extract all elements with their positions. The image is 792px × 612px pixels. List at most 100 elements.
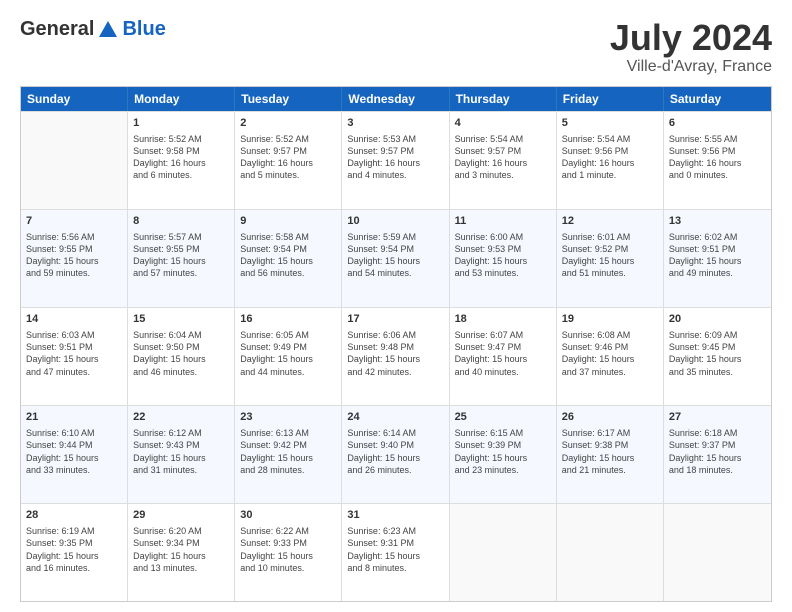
day-info: Sunrise: 6:06 AMSunset: 9:48 PMDaylight:… <box>347 329 443 378</box>
day-info: Sunrise: 5:52 AMSunset: 9:57 PMDaylight:… <box>240 133 336 182</box>
day-number: 13 <box>669 214 766 229</box>
location: Ville-d'Avray, France <box>610 58 772 76</box>
day-info: Sunrise: 6:05 AMSunset: 9:49 PMDaylight:… <box>240 329 336 378</box>
calendar-cell: 24 Sunrise: 6:14 AMSunset: 9:40 PMDayligh… <box>342 406 449 503</box>
logo-blue-text: Blue <box>122 18 165 41</box>
calendar-cell: 3 Sunrise: 5:53 AMSunset: 9:57 PMDaylight… <box>342 112 449 209</box>
day-number: 9 <box>240 214 336 229</box>
day-info: Sunrise: 6:01 AMSunset: 9:52 PMDaylight:… <box>562 231 658 280</box>
day-number: 30 <box>240 508 336 523</box>
day-number: 22 <box>133 410 229 425</box>
calendar-cell: 1 Sunrise: 5:52 AMSunset: 9:58 PMDaylight… <box>128 112 235 209</box>
day-number: 10 <box>347 214 443 229</box>
calendar-cell: 10 Sunrise: 5:59 AMSunset: 9:54 PMDayligh… <box>342 210 449 307</box>
calendar-cell: 29 Sunrise: 6:20 AMSunset: 9:34 PMDayligh… <box>128 504 235 601</box>
calendar-cell: 21Sunrise: 6:10 AMSunset: 9:44 PMDayligh… <box>21 406 128 503</box>
calendar-cell: 19Sunrise: 6:08 AMSunset: 9:46 PMDayligh… <box>557 308 664 405</box>
month-title: July 2024 <box>610 18 772 58</box>
day-info: Sunrise: 6:07 AMSunset: 9:47 PMDaylight:… <box>455 329 551 378</box>
day-number: 2 <box>240 116 336 131</box>
day-number: 19 <box>562 312 658 327</box>
day-info: Sunrise: 5:53 AMSunset: 9:57 PMDaylight:… <box>347 133 443 182</box>
calendar-cell: 4Sunrise: 5:54 AMSunset: 9:57 PMDaylight… <box>450 112 557 209</box>
day-number: 27 <box>669 410 766 425</box>
day-number: 29 <box>133 508 229 523</box>
calendar-cell: 22Sunrise: 6:12 AMSunset: 9:43 PMDayligh… <box>128 406 235 503</box>
calendar-cell: 16 Sunrise: 6:05 AMSunset: 9:49 PMDayligh… <box>235 308 342 405</box>
calendar-cell: 5 Sunrise: 5:54 AMSunset: 9:56 PMDaylight… <box>557 112 664 209</box>
day-number: 31 <box>347 508 443 523</box>
header: General Blue July 2024 Ville-d'Avray, Fr… <box>20 18 772 76</box>
day-number: 17 <box>347 312 443 327</box>
day-number: 16 <box>240 312 336 327</box>
day-info: Sunrise: 6:22 AMSunset: 9:33 PMDaylight:… <box>240 525 336 574</box>
day-info: Sunrise: 5:57 AMSunset: 9:55 PMDaylight:… <box>133 231 229 280</box>
day-number: 14 <box>26 312 122 327</box>
logo-icon <box>97 19 119 41</box>
day-number: 8 <box>133 214 229 229</box>
day-number: 26 <box>562 410 658 425</box>
calendar-cell: 28 Sunrise: 6:19 AMSunset: 9:35 PMDayligh… <box>21 504 128 601</box>
day-number: 4 <box>455 116 551 131</box>
day-number: 23 <box>240 410 336 425</box>
calendar-cell: 2 Sunrise: 5:52 AMSunset: 9:57 PMDaylight… <box>235 112 342 209</box>
day-number: 6 <box>669 116 766 131</box>
calendar-cell: 23Sunrise: 6:13 AMSunset: 9:42 PMDayligh… <box>235 406 342 503</box>
calendar-cell: 17 Sunrise: 6:06 AMSunset: 9:48 PMDayligh… <box>342 308 449 405</box>
day-info: Sunrise: 6:02 AMSunset: 9:51 PMDaylight:… <box>669 231 766 280</box>
day-number: 18 <box>455 312 551 327</box>
day-info: Sunrise: 6:19 AMSunset: 9:35 PMDaylight:… <box>26 525 122 574</box>
day-info: Sunrise: 6:20 AMSunset: 9:34 PMDaylight:… <box>133 525 229 574</box>
calendar-cell: 31 Sunrise: 6:23 AMSunset: 9:31 PMDayligh… <box>342 504 449 601</box>
day-number: 28 <box>26 508 122 523</box>
weekday-header: Sunday <box>21 87 128 111</box>
calendar-cell: 20Sunrise: 6:09 AMSunset: 9:45 PMDayligh… <box>664 308 771 405</box>
calendar-body: 1 Sunrise: 5:52 AMSunset: 9:58 PMDaylight… <box>21 111 771 601</box>
calendar-row: 1 Sunrise: 5:52 AMSunset: 9:58 PMDaylight… <box>21 111 771 209</box>
title-block: July 2024 Ville-d'Avray, France <box>610 18 772 76</box>
calendar-row: 7Sunrise: 5:56 AMSunset: 9:55 PMDaylight… <box>21 209 771 307</box>
day-info: Sunrise: 6:03 AMSunset: 9:51 PMDaylight:… <box>26 329 122 378</box>
calendar-cell: 14 Sunrise: 6:03 AMSunset: 9:51 PMDayligh… <box>21 308 128 405</box>
calendar-row: 28 Sunrise: 6:19 AMSunset: 9:35 PMDayligh… <box>21 503 771 601</box>
day-number: 12 <box>562 214 658 229</box>
day-info: Sunrise: 6:04 AMSunset: 9:50 PMDaylight:… <box>133 329 229 378</box>
weekday-header: Friday <box>557 87 664 111</box>
day-number: 24 <box>347 410 443 425</box>
day-number: 3 <box>347 116 443 131</box>
calendar-cell: 7Sunrise: 5:56 AMSunset: 9:55 PMDaylight… <box>21 210 128 307</box>
day-info: Sunrise: 5:55 AMSunset: 9:56 PMDaylight:… <box>669 133 766 182</box>
weekday-header: Saturday <box>664 87 771 111</box>
calendar-cell: 6 Sunrise: 5:55 AMSunset: 9:56 PMDaylight… <box>664 112 771 209</box>
weekday-header: Thursday <box>450 87 557 111</box>
calendar-cell: 25Sunrise: 6:15 AMSunset: 9:39 PMDayligh… <box>450 406 557 503</box>
logo: General Blue <box>20 18 166 41</box>
day-info: Sunrise: 5:54 AMSunset: 9:56 PMDaylight:… <box>562 133 658 182</box>
day-number: 1 <box>133 116 229 131</box>
day-info: Sunrise: 5:58 AMSunset: 9:54 PMDaylight:… <box>240 231 336 280</box>
calendar-cell: 15Sunrise: 6:04 AMSunset: 9:50 PMDayligh… <box>128 308 235 405</box>
calendar: SundayMondayTuesdayWednesdayThursdayFrid… <box>20 86 772 602</box>
day-number: 25 <box>455 410 551 425</box>
day-info: Sunrise: 6:23 AMSunset: 9:31 PMDaylight:… <box>347 525 443 574</box>
calendar-cell <box>664 504 771 601</box>
calendar-cell: 12 Sunrise: 6:01 AMSunset: 9:52 PMDayligh… <box>557 210 664 307</box>
weekday-header: Monday <box>128 87 235 111</box>
calendar-row: 21Sunrise: 6:10 AMSunset: 9:44 PMDayligh… <box>21 405 771 503</box>
calendar-cell <box>450 504 557 601</box>
calendar-cell: 9 Sunrise: 5:58 AMSunset: 9:54 PMDaylight… <box>235 210 342 307</box>
page: General Blue July 2024 Ville-d'Avray, Fr… <box>0 0 792 612</box>
day-info: Sunrise: 6:09 AMSunset: 9:45 PMDaylight:… <box>669 329 766 378</box>
day-info: Sunrise: 6:14 AMSunset: 9:40 PMDaylight:… <box>347 427 443 476</box>
calendar-cell <box>21 112 128 209</box>
day-number: 7 <box>26 214 122 229</box>
day-number: 21 <box>26 410 122 425</box>
calendar-cell: 11Sunrise: 6:00 AMSunset: 9:53 PMDayligh… <box>450 210 557 307</box>
day-number: 5 <box>562 116 658 131</box>
weekday-header: Wednesday <box>342 87 449 111</box>
day-info: Sunrise: 6:17 AMSunset: 9:38 PMDaylight:… <box>562 427 658 476</box>
day-info: Sunrise: 5:52 AMSunset: 9:58 PMDaylight:… <box>133 133 229 182</box>
day-info: Sunrise: 5:59 AMSunset: 9:54 PMDaylight:… <box>347 231 443 280</box>
calendar-cell: 27 Sunrise: 6:18 AMSunset: 9:37 PMDayligh… <box>664 406 771 503</box>
day-info: Sunrise: 6:18 AMSunset: 9:37 PMDaylight:… <box>669 427 766 476</box>
